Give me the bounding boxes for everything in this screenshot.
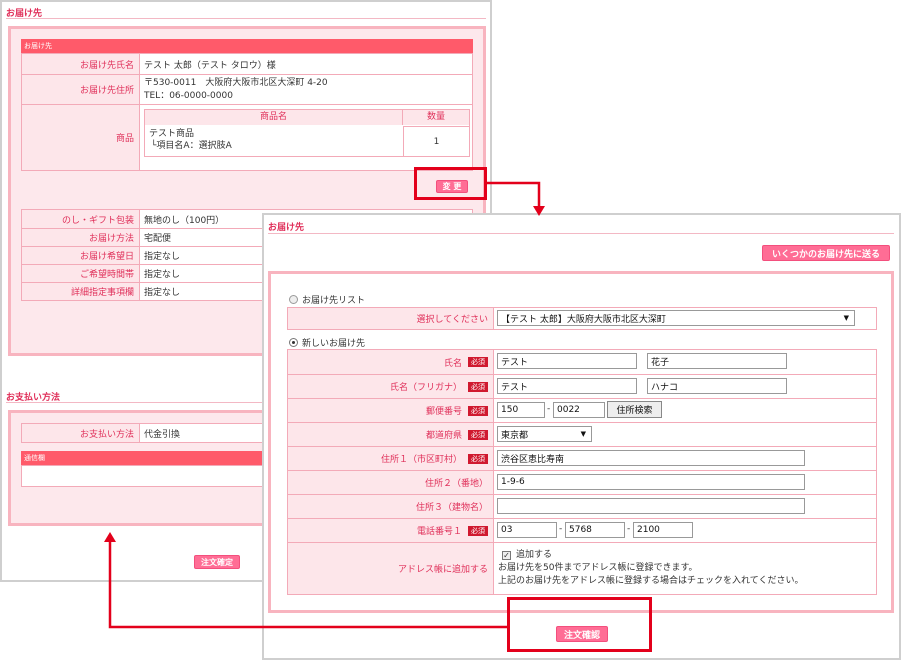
arrow-down-icon <box>533 206 545 216</box>
arrow-to-back-line <box>108 540 507 629</box>
annotation-arrows <box>104 181 545 629</box>
arrow-up-icon <box>104 532 116 542</box>
arrow-to-front-line <box>487 181 541 208</box>
